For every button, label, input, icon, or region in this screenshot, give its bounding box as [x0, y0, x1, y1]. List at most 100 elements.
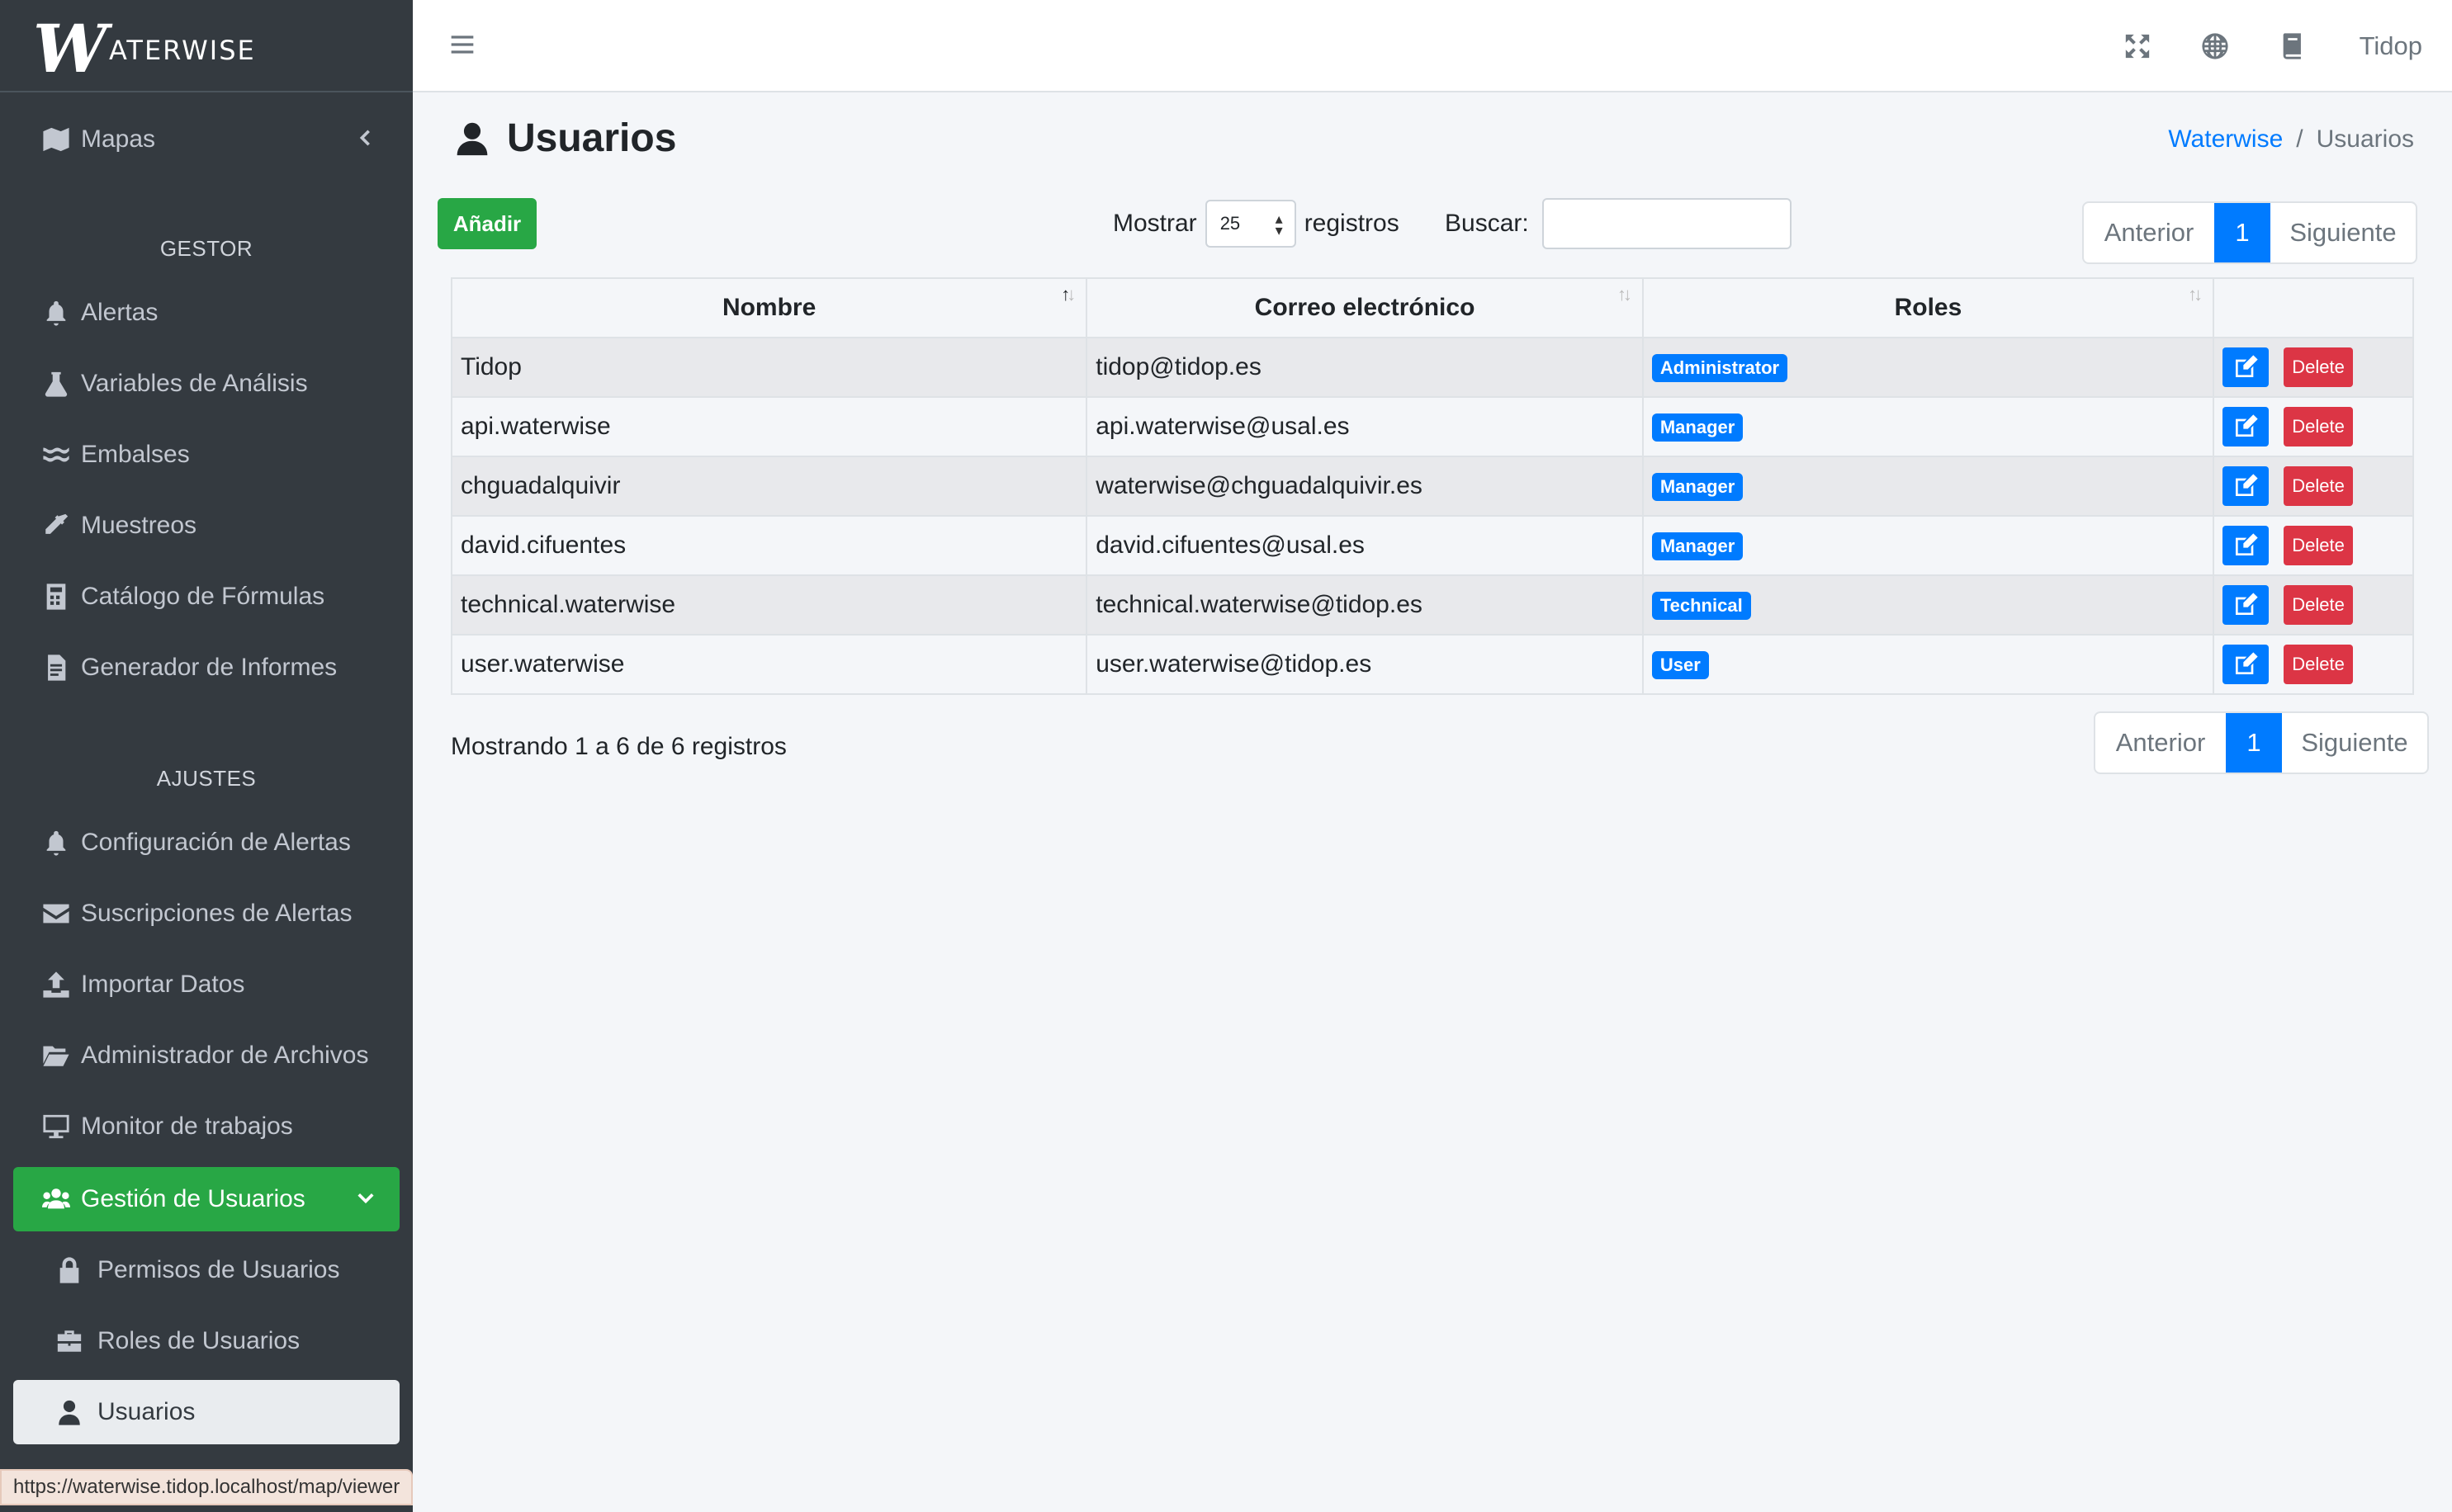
role-badge: Technical [1651, 592, 1751, 620]
sidebar-item-informes[interactable]: Generador de Informes [13, 636, 400, 700]
search-control: Buscar: [1445, 198, 1792, 249]
pagination-page-1[interactable]: 1 [2214, 203, 2270, 262]
sort-asc-icon: ↑↓ [1061, 284, 1076, 305]
edit-button[interactable] [2222, 585, 2270, 625]
pagination-next[interactable]: Siguiente [2282, 713, 2427, 773]
calculator-icon [40, 583, 73, 611]
water-icon [40, 441, 73, 469]
sidebar-item-roles[interactable]: Roles de Usuarios [13, 1309, 400, 1373]
logo-text: ATERWISE [109, 35, 256, 66]
sidebar: W ATERWISE Mapas GESTOR Alertas Variable… [0, 0, 413, 1512]
page-length-control: Mostrar 25 ▴ ▾ registros [1113, 198, 1399, 249]
cell-name: david.cifuentes [450, 515, 1088, 576]
sidebar-item-label: Generador de Informes [81, 654, 338, 681]
column-header-label: Nombre [722, 294, 817, 321]
sidebar-item-label: Monitor de trabajos [81, 1113, 293, 1140]
page-title-text: Usuarios [507, 116, 677, 160]
sidebar-item-gestion-usuarios[interactable]: Gestión de Usuarios [13, 1167, 400, 1231]
page-title: Usuarios [454, 116, 676, 161]
upload-icon [40, 971, 73, 999]
edit-icon [2236, 593, 2258, 615]
edit-icon [2236, 355, 2258, 377]
records-label: registros [1304, 210, 1399, 237]
fullscreen-icon[interactable] [2099, 32, 2176, 60]
sidebar-item-label: Permisos de Usuarios [97, 1256, 340, 1283]
edit-button[interactable] [2222, 645, 2270, 684]
book-icon[interactable] [2254, 32, 2331, 60]
cell-name: api.waterwise [450, 396, 1088, 457]
sidebar-item-muestreos[interactable]: Muestreos [13, 494, 400, 558]
sidebar-item-label: Suscripciones de Alertas [81, 900, 353, 927]
brand[interactable]: W ATERWISE [0, 0, 413, 92]
pagination-previous[interactable]: Anterior [2084, 203, 2214, 262]
delete-button[interactable]: Delete [2284, 526, 2354, 565]
delete-button[interactable]: Delete [2284, 645, 2354, 684]
edit-button[interactable] [2222, 466, 2270, 506]
column-header-roles[interactable]: Roles ↑↓ [1641, 277, 2215, 338]
sidebar-item-importar[interactable]: Importar Datos [13, 952, 400, 1017]
nav-header-ajustes: AJUSTES [156, 766, 257, 791]
users-icon [40, 1185, 73, 1213]
add-user-button[interactable]: Añadir [438, 198, 537, 249]
sidebar-item-config-alertas[interactable]: Configuración de Alertas [13, 810, 400, 875]
sidebar-item-embalses[interactable]: Embalses [13, 423, 400, 487]
select-arrows-icon: ▴ ▾ [1275, 210, 1283, 239]
edit-button[interactable] [2222, 526, 2270, 565]
sort-icon: ↑↓ [2188, 284, 2203, 305]
search-input[interactable] [1541, 198, 1792, 249]
pagination-next[interactable]: Siguiente [2270, 203, 2416, 262]
sidebar-item-archivos[interactable]: Administrador de Archivos [13, 1023, 400, 1088]
column-header-email[interactable]: Correo electrónico ↑↓ [1086, 277, 1644, 338]
breadcrumb-separator: / [2296, 125, 2303, 153]
delete-button[interactable]: Delete [2284, 347, 2354, 387]
bell-icon [40, 299, 73, 327]
sidebar-item-variables[interactable]: Variables de Análisis [13, 352, 400, 416]
delete-button[interactable]: Delete [2284, 466, 2354, 506]
sidebar-item-monitor[interactable]: Monitor de trabajos [13, 1094, 400, 1159]
map-icon [40, 125, 73, 154]
sidebar-item-suscripciones[interactable]: Suscripciones de Alertas [13, 881, 400, 946]
cell-email: api.waterwise@usal.es [1086, 396, 1644, 457]
column-header-actions [2213, 277, 2414, 338]
role-badge: Administrator [1651, 354, 1788, 382]
waterwise-logo[interactable]: W ATERWISE [33, 10, 254, 87]
envelope-icon [40, 900, 73, 928]
bell-icon [40, 829, 73, 857]
breadcrumb: Waterwise / Usuarios [2168, 125, 2414, 154]
sidebar-item-alertas[interactable]: Alertas [13, 281, 400, 345]
chevron-left-icon [357, 125, 375, 154]
sidebar-item-label: Mapas [81, 125, 156, 153]
edit-icon [2236, 533, 2258, 555]
sidebar-item-label: Roles de Usuarios [97, 1327, 301, 1354]
lock-icon [53, 1256, 86, 1284]
breadcrumb-home-link[interactable]: Waterwise [2168, 125, 2283, 153]
breadcrumb-current: Usuarios [2316, 125, 2414, 153]
globe-icon[interactable] [2176, 32, 2254, 60]
pagination-page-1[interactable]: 1 [2226, 713, 2282, 773]
table-row: api.waterwise api.waterwise@usal.es Mana… [450, 396, 2414, 457]
file-icon [40, 654, 73, 682]
edit-button[interactable] [2222, 407, 2270, 447]
delete-button[interactable]: Delete [2284, 585, 2354, 625]
edit-icon [2236, 652, 2258, 674]
cell-email: waterwise@chguadalquivir.es [1086, 456, 1644, 517]
table-row: user.waterwise user.waterwise@tidop.es U… [450, 634, 2414, 695]
briefcase-icon [53, 1327, 86, 1355]
sidebar-item-formulas[interactable]: Catálogo de Fórmulas [13, 565, 400, 629]
cell-name: chguadalquivir [450, 456, 1088, 517]
table-header-row: Nombre ↑↓ Correo electrónico ↑↓ Roles ↑↓ [450, 277, 2414, 338]
pagination-bottom: Anterior 1 Siguiente [2094, 711, 2429, 774]
sidebar-item-usuarios[interactable]: Usuarios [13, 1380, 400, 1444]
pagination-previous[interactable]: Anterior [2095, 713, 2226, 773]
cell-email: david.cifuentes@usal.es [1086, 515, 1644, 576]
sidebar-item-permisos[interactable]: Permisos de Usuarios [13, 1238, 400, 1302]
hamburger-menu-icon[interactable] [449, 31, 476, 62]
page-length-select[interactable]: 25 ▴ ▾ [1205, 200, 1296, 248]
delete-button[interactable]: Delete [2284, 407, 2354, 447]
edit-icon [2236, 474, 2258, 496]
edit-button[interactable] [2222, 347, 2270, 387]
user-menu[interactable]: Tidop [2360, 31, 2422, 61]
column-header-nombre[interactable]: Nombre ↑↓ [450, 277, 1088, 338]
role-badge: Manager [1651, 413, 1744, 442]
sidebar-item-mapas[interactable]: Mapas [13, 107, 400, 172]
